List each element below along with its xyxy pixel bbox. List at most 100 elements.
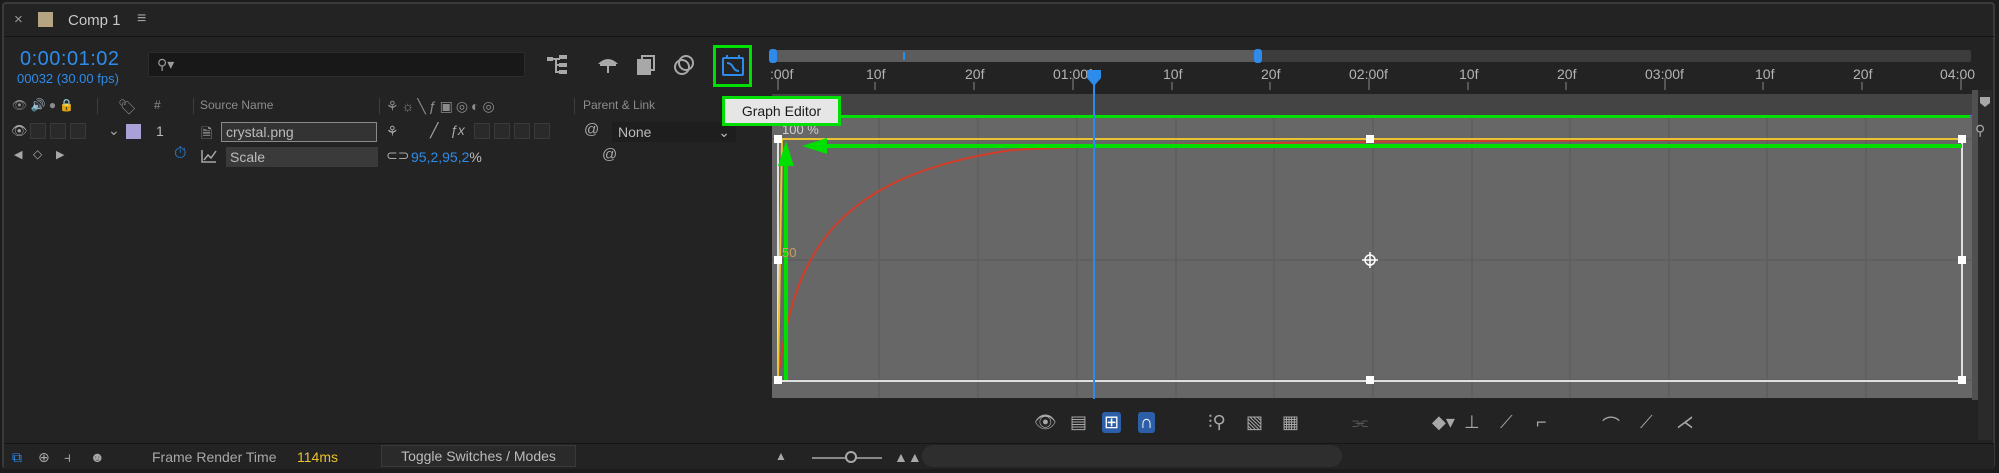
next-keyframe-icon[interactable]: ▶ xyxy=(56,148,64,161)
auto-bezier-icon[interactable]: ⌐ xyxy=(1536,412,1547,433)
cti-head-icon[interactable] xyxy=(1087,70,1101,86)
linear-keyframe-icon[interactable]: ⟋ xyxy=(1500,412,1513,433)
navigator-cti-marker xyxy=(903,52,905,60)
in-out-toggle-icon[interactable]: ⫞ xyxy=(64,449,71,466)
quality-switch-icon[interactable]: ╱ xyxy=(430,122,438,139)
graph-type-options-icon[interactable]: ▤ xyxy=(1070,412,1087,433)
panel-menu-icon[interactable]: ≡ xyxy=(137,10,146,28)
shy-switch-icon[interactable]: ⚘ xyxy=(386,123,399,140)
close-tab-icon[interactable]: × xyxy=(14,11,23,28)
ruler-label: 03:00f xyxy=(1645,66,1684,82)
fit-all-icon[interactable]: ▧ xyxy=(1246,412,1263,433)
graph-editor-icon xyxy=(721,55,744,76)
work-area-bar[interactable] xyxy=(772,94,1972,116)
render-time-toggle-icon[interactable]: ☻ xyxy=(90,449,105,465)
easy-ease-out-icon[interactable]: ⋌ xyxy=(1676,412,1694,433)
composition-mini-flowchart-icon[interactable] xyxy=(546,54,572,76)
show-properties-eye-icon[interactable]: 👁 xyxy=(1034,412,1057,433)
frame-blend-switch[interactable] xyxy=(474,123,490,139)
switches-header-icons: ⚘☼╲ƒ▣◎◐◎ xyxy=(386,98,498,114)
time-navigator-range[interactable] xyxy=(772,50,1258,62)
transfer-controls-toggle-icon[interactable]: ⊕ xyxy=(38,449,50,466)
edit-keyframe-icon[interactable]: ◆▾ xyxy=(1432,412,1455,433)
header-separator xyxy=(193,98,194,114)
ruler-label: 20f xyxy=(1557,66,1577,82)
tab-divider xyxy=(4,36,1994,37)
fit-selection-icon[interactable]: ⫶⚲ xyxy=(1208,412,1226,433)
current-time-display[interactable]: 0:00:01:02 xyxy=(20,48,120,71)
comp-tab-title[interactable]: Comp 1 xyxy=(68,12,121,29)
layer-search-input[interactable]: ⚲▾ xyxy=(148,52,525,77)
graph-canvas xyxy=(772,116,1972,398)
easy-ease-icon[interactable]: ⌒ xyxy=(1602,412,1620,438)
video-visibility-eye-icon[interactable]: 👁 xyxy=(11,123,28,139)
parent-link-header[interactable]: Parent & Link xyxy=(583,98,655,112)
transform-box-icon[interactable]: ⊞ xyxy=(1102,412,1122,433)
layer-index: 1 xyxy=(156,123,164,139)
horizontal-scrollbar[interactable] xyxy=(922,445,1342,467)
expression-pick-whip-icon[interactable]: @ xyxy=(602,146,617,163)
ruler-label: 10f xyxy=(1755,66,1775,82)
graph-editor-button[interactable] xyxy=(713,45,752,87)
navigator-end-handle[interactable] xyxy=(1254,49,1262,63)
header-separator xyxy=(97,98,98,114)
navigator-start-handle[interactable] xyxy=(769,49,777,63)
ruler-label: 20f xyxy=(1853,66,1873,82)
chevron-down-icon[interactable]: ⌄ xyxy=(108,122,120,139)
ruler-label: 10f xyxy=(866,66,886,82)
shy-layers-icon[interactable] xyxy=(596,54,620,76)
separate-dimensions-icon[interactable]: ⫘ xyxy=(1352,412,1368,433)
toggle-switches-modes-button[interactable]: Toggle Switches / Modes xyxy=(381,445,576,467)
ruler-label: 10f xyxy=(1163,66,1183,82)
motion-blur-switch[interactable] xyxy=(494,123,510,139)
ruler-label: 04:00 xyxy=(1940,66,1976,82)
panel-gutter xyxy=(740,90,770,443)
current-time-indicator[interactable] xyxy=(1093,72,1095,399)
layer-number-header: # xyxy=(154,98,161,112)
graph-options-icon[interactable]: ⚲ xyxy=(1975,122,1985,139)
snap-icon[interactable]: ∩ xyxy=(1138,412,1155,433)
motion-blur-icon[interactable] xyxy=(672,53,696,77)
audio-switch[interactable] xyxy=(30,123,46,139)
add-keyframe-icon[interactable]: ◇ xyxy=(33,147,42,161)
layer-switches-toggle-icon[interactable]: ⧉ xyxy=(12,449,22,466)
solo-switch[interactable] xyxy=(50,123,66,139)
source-name-header[interactable]: Source Name xyxy=(200,98,273,112)
ruler-label: :00f xyxy=(770,66,794,82)
prev-keyframe-icon[interactable]: ◀ xyxy=(14,148,22,161)
3d-switch[interactable] xyxy=(534,123,550,139)
search-icon: ⚲▾ xyxy=(157,56,175,72)
graph-y-label-mid: 50 xyxy=(782,245,797,260)
effect-switch-icon[interactable]: ƒx xyxy=(450,122,465,138)
ruler-label: 02:00f xyxy=(1349,66,1388,82)
graph-editor-area[interactable] xyxy=(772,116,1972,398)
graph-toolbar xyxy=(768,400,1978,443)
av-features-header-icons: 👁 🔊 ● 🔒 xyxy=(12,98,75,112)
frame-render-time-value: 114ms xyxy=(297,449,338,465)
highlight-line xyxy=(780,115,1970,118)
hold-keyframe-icon[interactable]: ⊥ xyxy=(1464,412,1480,433)
constrain-proportions-link-icon[interactable]: ⊂⊃ xyxy=(386,147,409,164)
pick-whip-icon[interactable]: @ xyxy=(584,121,599,138)
layer-name-field[interactable]: crystal.png xyxy=(221,122,377,142)
stopwatch-icon[interactable]: ⏱ xyxy=(174,145,186,163)
zoom-in-icon[interactable]: ▲▲ xyxy=(894,449,922,465)
adjustment-switch[interactable] xyxy=(514,123,530,139)
property-name: Scale xyxy=(226,147,378,167)
fit-all-width-icon[interactable]: ▦ xyxy=(1282,412,1299,433)
frame-blending-icon[interactable] xyxy=(634,54,658,76)
parent-dropdown-value: None xyxy=(618,124,652,140)
scale-value[interactable]: 95,2,95,2% xyxy=(411,149,482,165)
zoom-top-icon[interactable] xyxy=(1978,95,1992,109)
graph-editor-tooltip: Graph Editor xyxy=(722,96,841,126)
comp-color-swatch xyxy=(38,12,53,27)
layer-label-color[interactable] xyxy=(126,124,141,139)
vertical-scrollbar[interactable] xyxy=(1978,90,1992,440)
zoom-slider-handle[interactable] xyxy=(845,451,857,463)
zoom-out-icon[interactable]: ▲ xyxy=(775,449,787,463)
ruler-label: 10f xyxy=(1459,66,1479,82)
easy-ease-in-icon[interactable]: ⟋ xyxy=(1640,412,1653,433)
parent-dropdown[interactable]: None ⌄ xyxy=(612,122,736,142)
lock-switch[interactable] xyxy=(70,123,86,139)
graph-toggle-icon[interactable] xyxy=(201,149,217,163)
